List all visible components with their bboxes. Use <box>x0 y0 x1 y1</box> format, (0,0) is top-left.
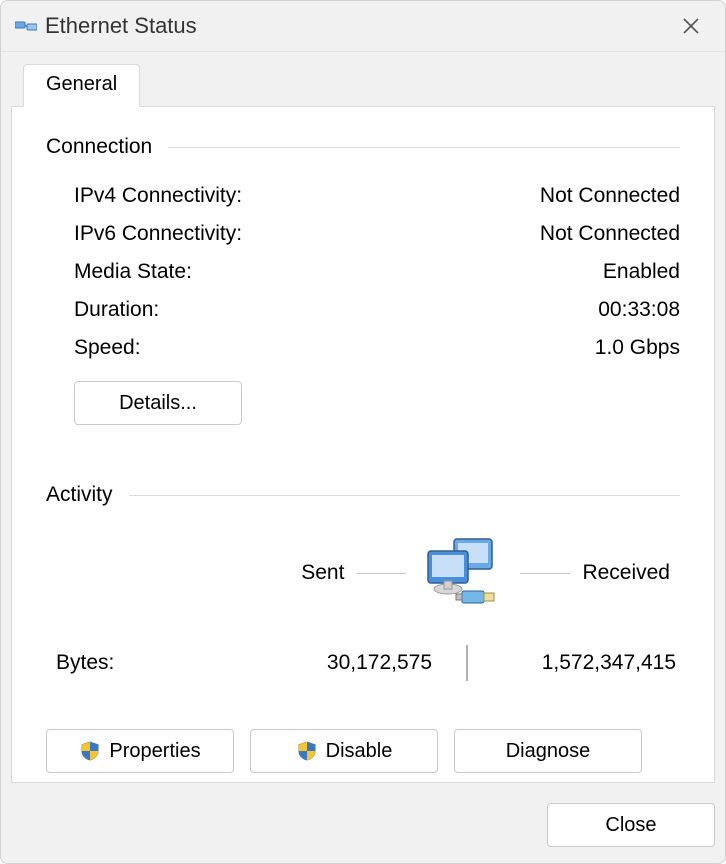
window-close-button[interactable] <box>671 6 711 46</box>
speed-row: Speed: 1.0 Gbps <box>74 329 680 367</box>
duration-value: 00:33:08 <box>598 291 680 329</box>
action-button-row: Properties Disable Diagnose <box>46 729 680 773</box>
tab-general[interactable]: General <box>23 64 140 107</box>
divider <box>466 645 468 681</box>
titlebar: Ethernet Status <box>1 1 725 52</box>
speed-value: 1.0 Gbps <box>595 329 680 367</box>
network-activity-icon <box>418 537 508 609</box>
divider <box>129 495 680 496</box>
divider <box>356 573 406 574</box>
client-area: General Connection IPv4 Connectivity: No… <box>11 59 715 853</box>
ipv4-value: Not Connected <box>540 177 680 215</box>
divider <box>520 573 570 574</box>
ipv4-label: IPv4 Connectivity: <box>74 177 242 215</box>
window-frame: Ethernet Status General Connection IPv4 … <box>0 0 726 864</box>
ipv4-row: IPv4 Connectivity: Not Connected <box>74 177 680 215</box>
duration-row: Duration: 00:33:08 <box>74 291 680 329</box>
ipv6-value: Not Connected <box>540 215 680 253</box>
close-icon <box>682 17 700 35</box>
window-title: Ethernet Status <box>45 13 671 39</box>
speed-label: Speed: <box>74 329 141 367</box>
details-button[interactable]: Details... <box>74 381 242 425</box>
connection-group-header: Connection <box>46 135 680 159</box>
diagnose-button[interactable]: Diagnose <box>454 729 642 773</box>
bytes-received-value: 1,572,347,415 <box>472 651 680 675</box>
activity-group-header: Activity <box>46 483 680 507</box>
uac-shield-icon <box>79 740 101 762</box>
duration-label: Duration: <box>74 291 159 329</box>
connection-group-title: Connection <box>46 135 152 159</box>
diagnose-button-label: Diagnose <box>506 740 591 763</box>
close-button[interactable]: Close <box>547 803 715 847</box>
ipv6-row: IPv6 Connectivity: Not Connected <box>74 215 680 253</box>
disable-button[interactable]: Disable <box>250 729 438 773</box>
bytes-label: Bytes: <box>46 651 254 675</box>
media-state-label: Media State: <box>74 253 192 291</box>
media-state-row: Media State: Enabled <box>74 253 680 291</box>
connection-details: IPv4 Connectivity: Not Connected IPv6 Co… <box>46 173 680 367</box>
sent-label: Sent <box>301 561 344 585</box>
tab-strip: General <box>11 59 715 107</box>
uac-shield-icon <box>296 740 318 762</box>
activity-header-row: Sent <box>46 537 680 609</box>
properties-button-label: Properties <box>109 740 200 763</box>
ethernet-icon <box>15 18 37 34</box>
bytes-row: Bytes: 30,172,575 1,572,347,415 <box>46 645 680 681</box>
ipv6-label: IPv6 Connectivity: <box>74 215 242 253</box>
media-state-value: Enabled <box>603 253 680 291</box>
disable-button-label: Disable <box>326 740 393 763</box>
activity-group-title: Activity <box>46 483 113 507</box>
divider <box>168 147 680 148</box>
received-label: Received <box>582 561 670 585</box>
dialog-footer: Close <box>547 803 715 847</box>
properties-button[interactable]: Properties <box>46 729 234 773</box>
bytes-sent-value: 30,172,575 <box>254 651 462 675</box>
tab-page-general: Connection IPv4 Connectivity: Not Connec… <box>11 106 715 783</box>
